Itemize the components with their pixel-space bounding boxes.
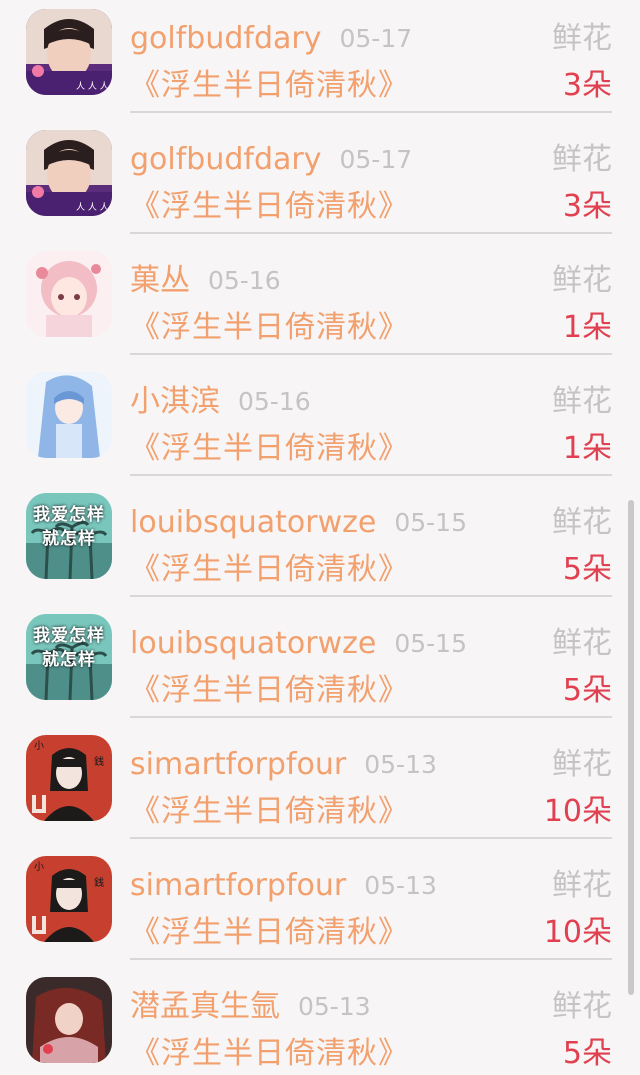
album-title[interactable]: 《浮生半日倚清秋》 [130,309,409,347]
avatar-caption-line: 我爱怎样 [33,505,105,525]
divider [130,716,612,718]
gift-type: 鲜花 [552,384,612,419]
gift-date: 05-15 [394,629,467,658]
list-item[interactable]: 我爱怎样就怎样 louibsquatorwze 05-15 《浮生半日倚清秋》 鲜花 5朵 [0,604,640,725]
gift-type: 鲜花 [552,505,612,540]
gift-date: 05-13 [364,750,437,779]
svg-text:人 人 人: 人 人 人 [76,81,109,92]
user-name[interactable]: simartforpfour [130,747,346,783]
album-title[interactable]: 《浮生半日倚清秋》 [130,430,409,468]
gift-date: 05-13 [298,992,371,1021]
list-item[interactable]: 小淇滨 05-16 《浮生半日倚清秋》 鲜花 1朵 [0,362,640,483]
gift-type: 鲜花 [552,626,612,661]
divider [130,837,612,839]
list-item[interactable]: 小銭 simartforpfour 05-13 《浮生半日倚清秋》 鲜花 10朵 [0,846,640,967]
list-item[interactable]: 菓丛 05-16 《浮生半日倚清秋》 鲜花 1朵 [0,241,640,362]
list-item[interactable]: 人 人 人 golfbudfdary 05-17 《浮生半日倚清秋》 鲜花 3朵 [0,120,640,241]
avatar[interactable]: 人 人 人 [26,130,112,216]
svg-text:銭: 銭 [94,755,104,768]
gift-date: 05-17 [339,24,413,53]
user-name[interactable]: simartforpfour [130,868,346,904]
user-name[interactable]: louibsquatorwze [130,626,376,662]
avatar[interactable] [26,977,112,1063]
user-name[interactable]: golfbudfdary [130,142,321,178]
avatar[interactable] [26,251,112,337]
gift-count: 1朵 [562,310,612,345]
avatar[interactable]: 小銭 [26,856,112,942]
divider [130,353,612,355]
gift-count: 5朵 [562,552,612,587]
svg-text:小: 小 [34,861,44,873]
divider [130,474,612,476]
list-item[interactable]: 潜孟真生氩 05-13 《浮生半日倚清秋》 鲜花 5朵 [0,967,640,1075]
list-item[interactable]: 我爱怎样就怎样 louibsquatorwze 05-15 《浮生半日倚清秋》 鲜花 5朵 [0,483,640,604]
album-title[interactable]: 《浮生半日倚清秋》 [130,188,409,226]
gift-type: 鲜花 [552,263,612,298]
svg-text:銭: 銭 [94,876,104,889]
list-item[interactable]: 人 人 人 golfbudfdary 05-17 《浮生半日倚清秋》 鲜花 3朵 [0,0,640,120]
gift-type: 鲜花 [552,142,612,177]
album-title[interactable]: 《浮生半日倚清秋》 [130,1035,409,1073]
avatar-caption: 我爱怎样 就怎样 [26,624,112,672]
avatar[interactable] [26,372,112,458]
avatar[interactable]: 我爱怎样 就怎样 [26,493,112,579]
gift-count: 3朵 [562,68,612,103]
list-item[interactable]: 小銭 simartforpfour 05-13 《浮生半日倚清秋》 鲜花 10朵 [0,725,640,846]
svg-text:小: 小 [34,740,44,752]
album-title[interactable]: 《浮生半日倚清秋》 [130,67,409,105]
gift-date: 05-16 [208,266,281,295]
avatar[interactable]: 人 人 人 [26,9,112,95]
gift-count: 10朵 [543,915,612,950]
album-title[interactable]: 《浮生半日倚清秋》 [130,914,409,952]
user-name[interactable]: louibsquatorwze [130,505,376,541]
gift-count: 5朵 [562,673,612,708]
album-title[interactable]: 《浮生半日倚清秋》 [130,672,409,710]
gift-date: 05-17 [339,145,413,174]
avatar-caption: 我爱怎样 就怎样 [26,503,112,551]
divider [130,595,612,597]
gift-count: 10朵 [543,794,612,829]
gift-type: 鲜花 [552,868,612,903]
divider [130,958,612,960]
divider [130,232,612,234]
user-name[interactable]: 菓丛 [130,263,190,299]
user-name[interactable]: 潜孟真生氩 [130,989,280,1025]
gift-type: 鲜花 [552,21,612,56]
avatar[interactable]: 小銭 [26,735,112,821]
album-title[interactable]: 《浮生半日倚清秋》 [130,551,409,589]
scrollbar[interactable] [628,500,634,995]
gift-count: 3朵 [562,189,612,224]
avatar-caption-line: 就怎样 [42,529,96,549]
divider [130,111,612,113]
gift-type: 鲜花 [552,747,612,782]
gift-count: 5朵 [562,1036,612,1071]
svg-text:人 人 人: 人 人 人 [76,202,109,213]
user-name[interactable]: golfbudfdary [130,21,321,57]
avatar-caption-line: 我爱怎样 [33,626,105,646]
album-title[interactable]: 《浮生半日倚清秋》 [130,793,409,831]
gift-date: 05-13 [364,871,437,900]
avatar[interactable]: 我爱怎样 就怎样 [26,614,112,700]
gift-type: 鲜花 [552,989,612,1024]
gift-date: 05-15 [394,508,467,537]
gift-date: 05-16 [238,387,311,416]
gift-count: 1朵 [562,431,612,466]
user-name[interactable]: 小淇滨 [130,384,220,420]
avatar-caption-line: 就怎样 [42,650,96,670]
